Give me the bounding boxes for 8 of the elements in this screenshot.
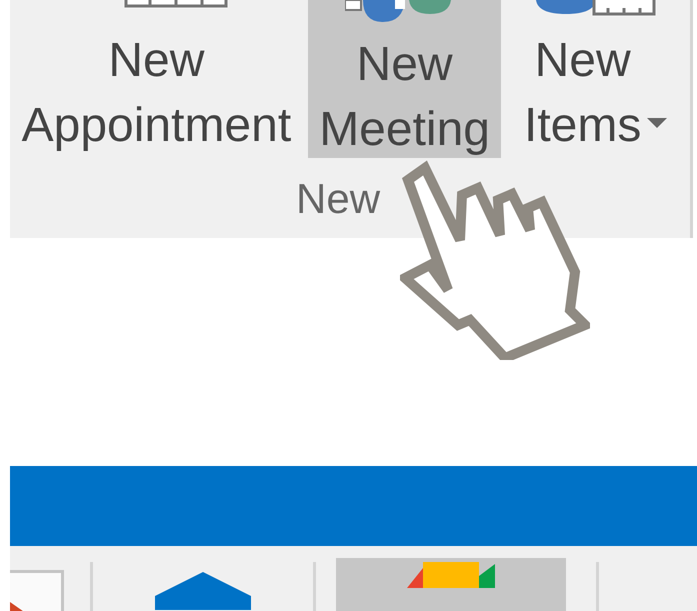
group-label: New (296, 174, 380, 224)
ribbon-button[interactable]: New Meeting (308, 0, 502, 158)
hand-cursor-icon (400, 160, 590, 360)
contact-card-icon (536, 0, 656, 16)
navigation-tile[interactable] (336, 558, 566, 611)
ribbon-button[interactable]: New Appointment (10, 0, 303, 158)
house-icon (155, 570, 251, 610)
ribbon-button[interactable]: New Items (506, 0, 685, 158)
